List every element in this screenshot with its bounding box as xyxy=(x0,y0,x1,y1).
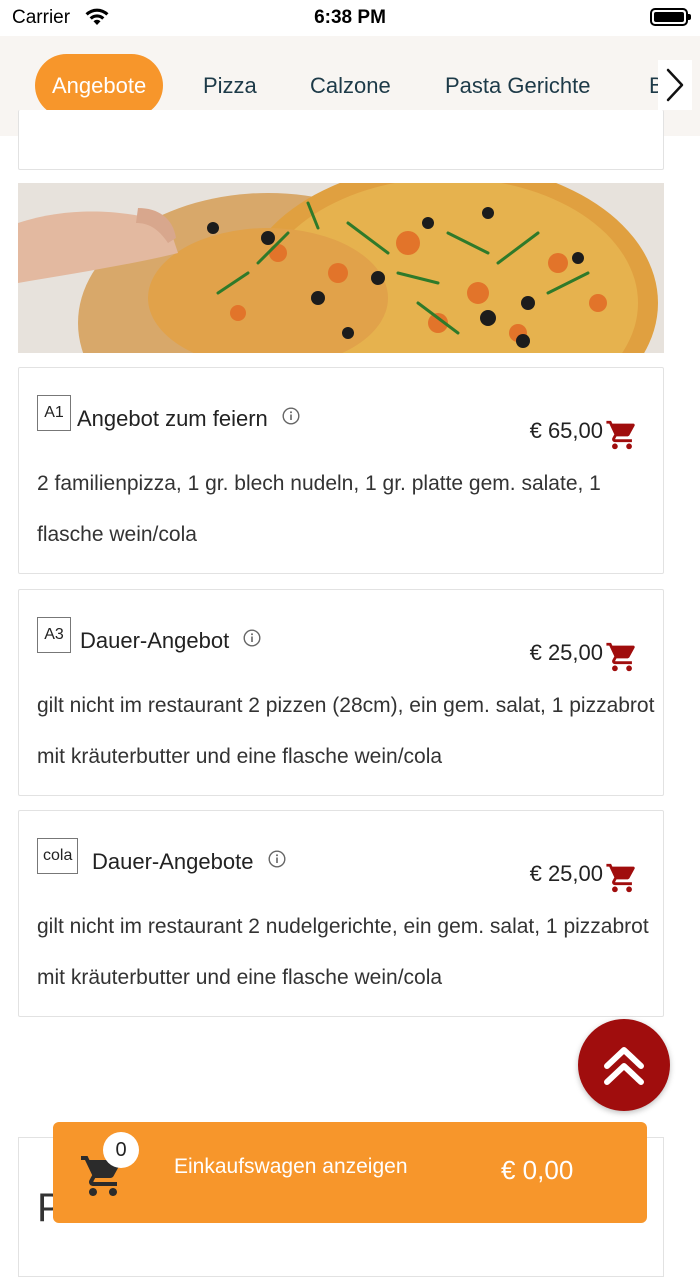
menu-item-card[interactable]: A1 Angebot zum feiern € 65,00 2 familien… xyxy=(18,367,664,574)
item-description: gilt nicht im restaurant 2 nudelgerichte… xyxy=(37,915,649,989)
tab-angebote[interactable]: Angebote xyxy=(35,54,164,117)
info-icon[interactable] xyxy=(268,848,286,874)
cart-count-badge: 0 xyxy=(103,1132,139,1168)
previous-card-stub xyxy=(18,110,664,170)
item-code: cola xyxy=(37,838,79,874)
add-to-cart-icon[interactable] xyxy=(605,640,639,679)
item-description: 2 familienpizza, 1 gr. blech nudeln, 1 g… xyxy=(37,472,601,546)
add-to-cart-icon[interactable] xyxy=(605,418,639,457)
item-title: Dauer-Angebot xyxy=(80,628,230,653)
view-cart-button[interactable]: 0 Einkaufswagen anzeigen € 0,00 xyxy=(53,1122,647,1223)
item-title-wrap: Dauer-Angebote xyxy=(92,849,286,875)
item-price: € 25,00 xyxy=(529,861,603,886)
item-price: € 25,00 xyxy=(529,640,603,665)
double-chevron-up-icon xyxy=(604,1047,644,1085)
tab-pizza[interactable]: Pizza xyxy=(203,54,257,117)
menu-item-card[interactable]: A3 Dauer-Angebot € 25,00 gilt nicht im r… xyxy=(18,589,664,796)
tab-calzone[interactable]: Calzone xyxy=(310,54,391,117)
info-icon[interactable] xyxy=(243,627,261,653)
item-code: A3 xyxy=(37,617,71,653)
item-title: Dauer-Angebote xyxy=(92,849,254,874)
scroll-to-top-button[interactable] xyxy=(578,1019,670,1111)
clock: 6:38 PM xyxy=(314,7,386,28)
info-icon[interactable] xyxy=(282,405,300,431)
status-bar: Carrier 6:38 PM xyxy=(0,0,700,36)
hero-image xyxy=(18,183,664,353)
chevron-right-icon[interactable] xyxy=(658,60,692,110)
item-code: A1 xyxy=(37,395,71,431)
item-title-wrap: Dauer-Angebot xyxy=(80,628,261,654)
item-description: gilt nicht im restaurant 2 pizzen (28cm)… xyxy=(37,694,655,768)
add-to-cart-icon[interactable] xyxy=(605,861,639,900)
tab-pasta-gerichte[interactable]: Pasta Gerichte xyxy=(445,54,591,117)
item-title: Angebot zum feiern xyxy=(77,406,268,431)
menu-item-card[interactable]: cola Dauer-Angebote € 25,00 gilt nicht i… xyxy=(18,810,664,1017)
cart-label: Einkaufswagen anzeigen xyxy=(174,1155,408,1178)
item-price: € 65,00 xyxy=(529,418,603,443)
item-title-wrap: Angebot zum feiern xyxy=(77,406,300,432)
cart-total: € 0,00 xyxy=(501,1155,574,1185)
battery-icon xyxy=(650,8,691,26)
